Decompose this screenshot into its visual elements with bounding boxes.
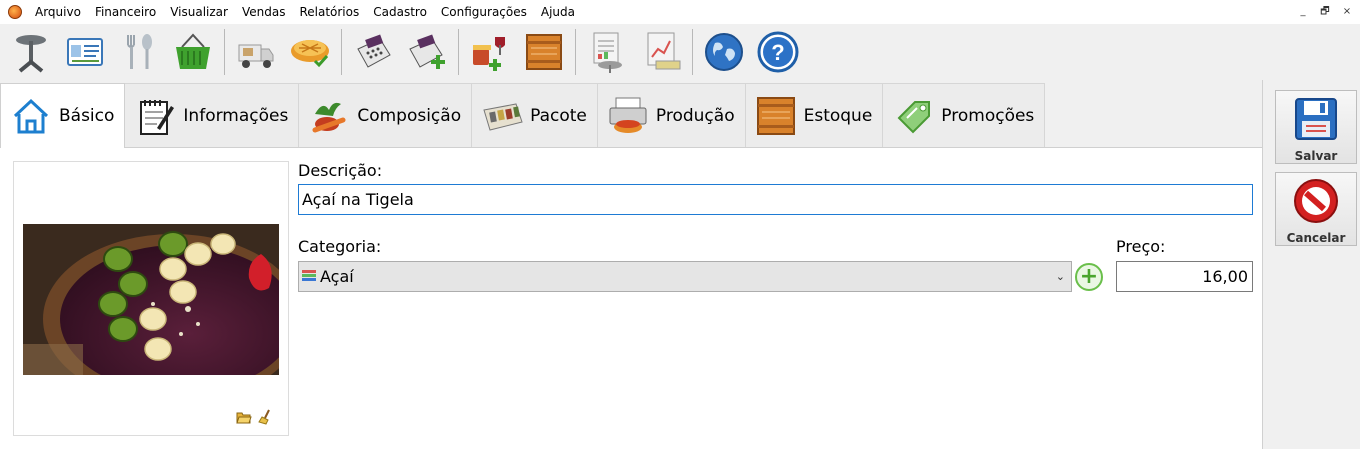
minimize-button[interactable]: _	[1294, 4, 1312, 20]
tab-label: Informações	[183, 105, 289, 126]
cancel-button[interactable]: Cancelar	[1275, 172, 1357, 246]
toolbar-separator	[575, 29, 576, 75]
toolbar-separator	[692, 29, 693, 75]
cancel-icon	[1292, 177, 1340, 229]
help-icon[interactable]: ?	[753, 27, 803, 77]
food-add-icon[interactable]	[465, 27, 515, 77]
floppy-disk-icon	[1292, 95, 1340, 147]
basico-panel: Descrição: Categoria: Açaí ⌄ + Preço:	[0, 147, 1262, 449]
globe-icon[interactable]	[699, 27, 749, 77]
package-icon	[480, 94, 524, 138]
pie-check-icon[interactable]	[285, 27, 335, 77]
table-icon[interactable]	[6, 27, 56, 77]
vegetables-icon	[307, 94, 351, 138]
tab-label: Produção	[655, 105, 735, 126]
basket-icon[interactable]	[168, 27, 218, 77]
close-button[interactable]: ×	[1338, 4, 1356, 20]
crate-icon	[754, 94, 798, 138]
report-chart-icon[interactable]	[636, 27, 686, 77]
descricao-field[interactable]	[298, 184, 1253, 215]
cancel-label: Cancelar	[1286, 231, 1346, 245]
report-table-icon[interactable]	[582, 27, 632, 77]
price-tag-icon	[891, 94, 935, 138]
svg-text:?: ?	[771, 40, 784, 65]
categoria-select[interactable]: Açaí ⌄	[298, 261, 1072, 292]
descricao-label: Descrição:	[298, 161, 383, 180]
cutlery-icon[interactable]	[114, 27, 164, 77]
tab-basico[interactable]: Básico	[0, 83, 126, 148]
menu-visualizar[interactable]: Visualizar	[163, 0, 235, 24]
menu-financeiro[interactable]: Financeiro	[88, 0, 163, 24]
app-logo-icon	[8, 5, 22, 19]
tab-estoque[interactable]: Estoque	[744, 83, 884, 147]
cash-register-add-icon[interactable]	[402, 27, 452, 77]
clear-broom-icon[interactable]	[258, 409, 274, 425]
restore-button[interactable]: 🗗	[1316, 4, 1334, 20]
categoria-selected-value: Açaí	[320, 267, 354, 286]
chevron-down-icon: ⌄	[1055, 270, 1065, 283]
toolbar: ?	[0, 24, 1360, 80]
menu-configuracoes[interactable]: Configurações	[434, 0, 534, 24]
photo-tools	[236, 409, 274, 425]
tab-label: Básico	[59, 106, 115, 126]
tab-composicao[interactable]: Composição	[298, 83, 473, 147]
toolbar-separator	[341, 29, 342, 75]
home-icon	[9, 94, 53, 138]
toolbar-separator	[224, 29, 225, 75]
tab-label: Promoções	[941, 105, 1035, 126]
menu-ajuda[interactable]: Ajuda	[534, 0, 582, 24]
customer-card-icon[interactable]	[60, 27, 110, 77]
menu-vendas[interactable]: Vendas	[235, 0, 293, 24]
categoria-label: Categoria:	[298, 237, 382, 256]
menu-bar: Arquivo Financeiro Visualizar Vendas Rel…	[0, 0, 1360, 24]
category-icon	[302, 269, 316, 284]
stock-crate-icon[interactable]	[519, 27, 569, 77]
menu-cadastro[interactable]: Cadastro	[366, 0, 434, 24]
add-category-button[interactable]: +	[1075, 263, 1103, 291]
tab-label: Estoque	[803, 105, 873, 126]
open-folder-icon[interactable]	[236, 409, 252, 425]
tab-label: Pacote	[530, 105, 587, 126]
save-button[interactable]: Salvar	[1275, 90, 1357, 164]
tab-producao[interactable]: Produção	[596, 83, 746, 147]
product-photo	[23, 224, 279, 375]
tab-pacote[interactable]: Pacote	[471, 83, 598, 147]
notepad-icon	[133, 94, 177, 138]
tab-strip: Básico Informações Composição Pacote Pro…	[0, 83, 1046, 148]
menu-relatorios[interactable]: Relatórios	[292, 0, 366, 24]
printer-cake-icon	[606, 94, 650, 138]
action-panel: Salvar Cancelar	[1262, 80, 1360, 449]
cash-register-icon[interactable]	[348, 27, 398, 77]
tab-informacoes[interactable]: Informações	[124, 83, 300, 147]
window-controls: _ 🗗 ×	[1294, 4, 1356, 20]
preco-field[interactable]	[1116, 261, 1253, 292]
toolbar-separator	[458, 29, 459, 75]
product-photo-frame	[13, 161, 289, 436]
delivery-truck-icon[interactable]	[231, 27, 281, 77]
save-label: Salvar	[1294, 149, 1338, 163]
menu-arquivo[interactable]: Arquivo	[28, 0, 88, 24]
preco-label: Preço:	[1116, 237, 1166, 256]
tab-label: Composição	[357, 105, 462, 126]
tab-promocoes[interactable]: Promoções	[882, 83, 1046, 147]
